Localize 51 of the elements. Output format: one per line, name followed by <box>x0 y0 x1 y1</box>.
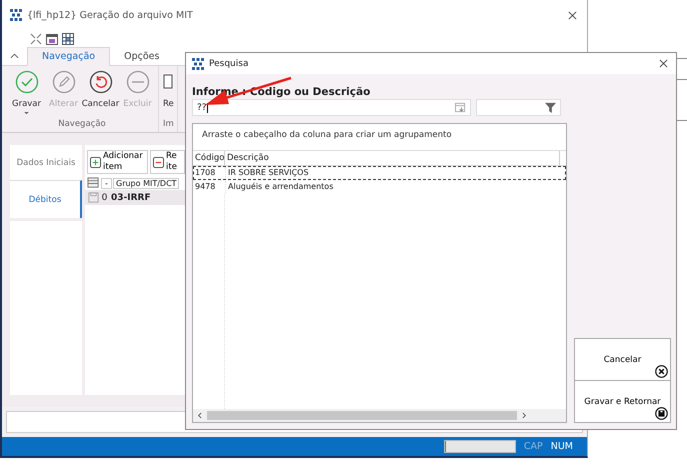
caret-icon[interactable] <box>24 112 29 115</box>
dialog-title: Pesquisa <box>209 58 248 68</box>
check-icon <box>14 70 38 94</box>
dialog-button[interactable]: Cancelar <box>574 338 671 381</box>
search-field[interactable]: ?? <box>192 99 471 116</box>
calendar-icon[interactable] <box>46 32 58 44</box>
undo-icon <box>88 70 112 94</box>
scroll-right-icon[interactable] <box>522 412 527 419</box>
column-header[interactable]: Descrição <box>225 151 560 165</box>
app-logo-icon <box>10 9 22 21</box>
app-logo-icon <box>192 58 204 70</box>
grid-button[interactable]: Re ite <box>150 150 185 174</box>
plus-icon <box>90 156 101 168</box>
minus-icon <box>153 156 164 168</box>
column-header[interactable]: Código <box>193 151 225 165</box>
group-label: Im <box>162 119 174 129</box>
collapse-ribbon-icon[interactable] <box>10 53 19 59</box>
collapse-icon[interactable] <box>30 32 42 44</box>
pencil-icon <box>52 70 76 94</box>
key-indicator: NUM <box>550 441 573 452</box>
ribbon-tab[interactable]: Navegação <box>27 47 110 66</box>
key-indicator: CAP <box>524 441 543 452</box>
group-panel-hint: Arraste o cabeçalho da coluna para criar um agrupamento <box>193 124 566 151</box>
scroll-left-icon[interactable] <box>197 412 202 419</box>
lookup-icon[interactable] <box>455 102 466 113</box>
grid-icon[interactable] <box>62 32 74 44</box>
window-title: {lfi_hp12} Geração do arquivo MIT <box>27 10 193 20</box>
horizontal-scrollbar[interactable] <box>193 409 566 422</box>
table-cell-text: 03-IRRF <box>110 192 151 202</box>
close-icon[interactable] <box>659 59 668 68</box>
side-tab[interactable]: Dados Iniciais <box>10 145 82 180</box>
result-row[interactable]: 1708 IR SOBRE SERVIÇOS <box>193 166 566 180</box>
minus-circle-icon <box>126 70 150 94</box>
close-icon[interactable] <box>568 10 577 20</box>
dialog-button[interactable]: Gravar e Retornar <box>574 380 671 423</box>
grid-button[interactable]: Adicionar item <box>87 150 148 174</box>
ribbon-tab[interactable]: Opções <box>110 48 174 65</box>
table-cell: 0 <box>101 192 108 202</box>
close-circle-icon <box>655 365 668 378</box>
ribbon-button[interactable]: Gravar <box>8 70 45 119</box>
filter-field[interactable] <box>476 99 561 116</box>
column-chooser-icon[interactable] <box>87 176 100 190</box>
group-label: Navegação <box>58 119 106 129</box>
ribbon-button[interactable]: Re <box>162 70 175 119</box>
column-header[interactable]: - <box>101 178 112 188</box>
filter-icon[interactable] <box>545 102 556 113</box>
result-row[interactable]: 9478 Aluguéis e arrendamentos <box>193 180 566 194</box>
side-tab[interactable]: Débitos <box>10 180 82 218</box>
ribbon-button[interactable]: Cancelar <box>82 70 119 119</box>
column-header[interactable]: Grupo MIT/DCT <box>113 178 179 188</box>
floppy-disk-icon <box>655 407 668 420</box>
